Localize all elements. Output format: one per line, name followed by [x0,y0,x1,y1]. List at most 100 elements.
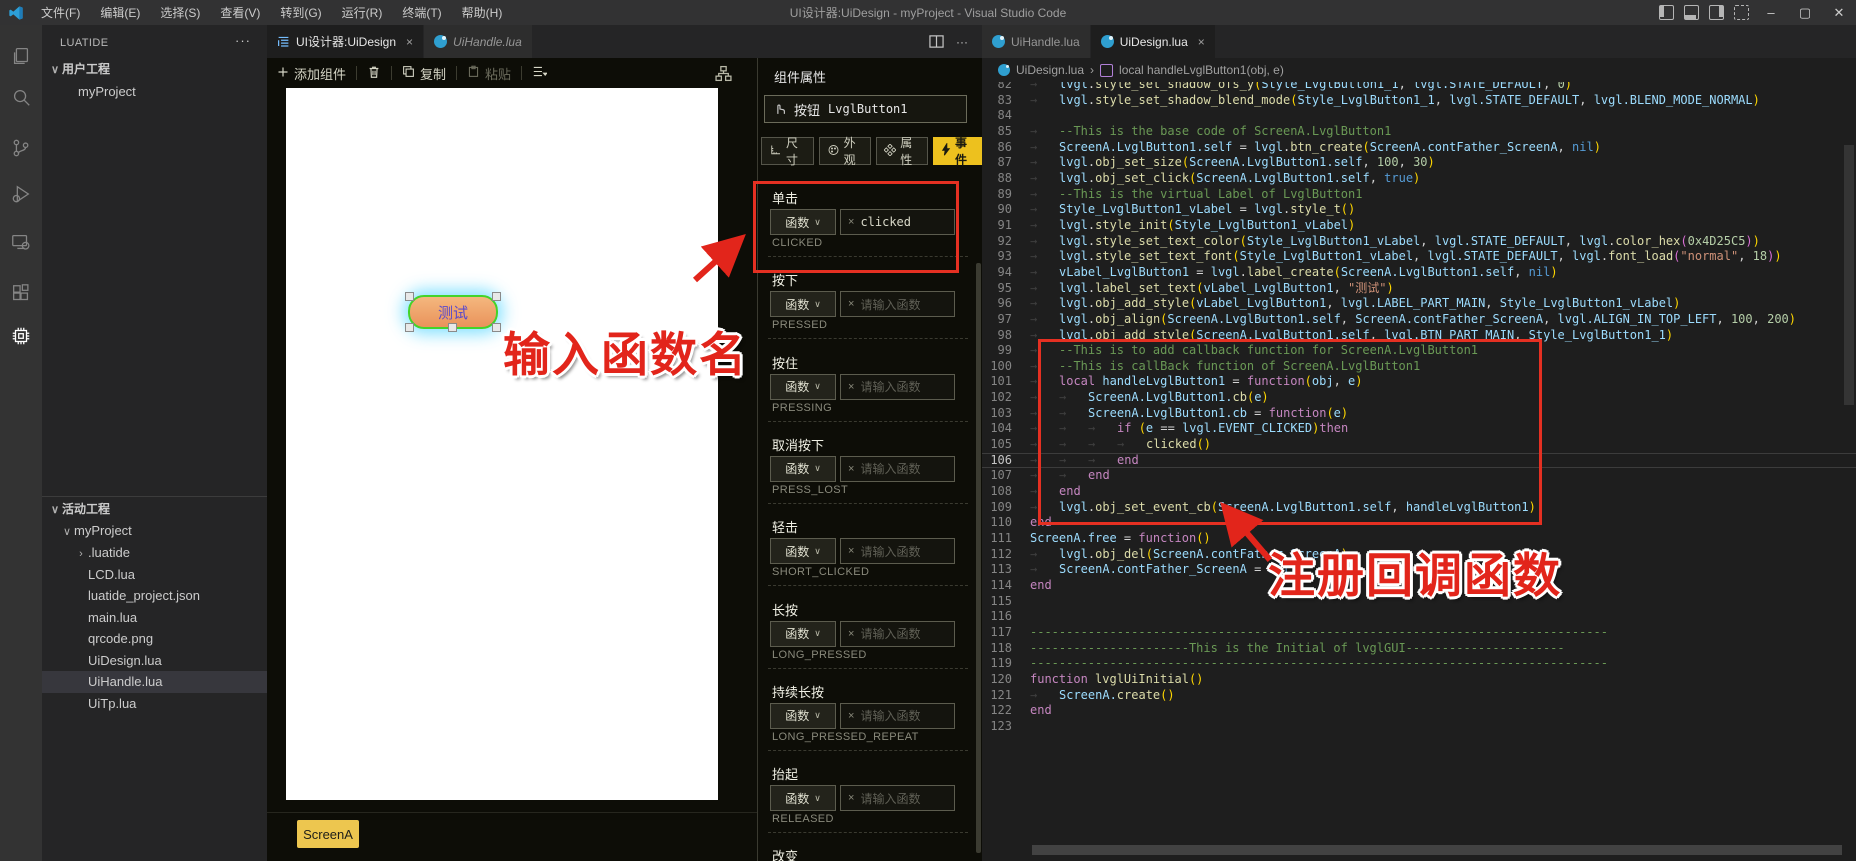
toolbar-add-component-button[interactable]: 添加组件 [267,64,356,83]
function-name-input[interactable]: × 请输入函数 [840,373,955,400]
code-token: create [1116,687,1161,702]
close-icon[interactable]: × [406,35,413,49]
sidebar-file-qrcodepng[interactable]: qrcode.png [42,628,267,650]
clear-icon[interactable]: × [848,545,854,557]
code-token: btn_create [1290,139,1363,154]
line-number: 83 [997,92,1012,107]
selection-handle[interactable] [492,323,501,332]
clear-icon[interactable]: × [848,792,854,804]
prop-tab-尺寸[interactable]: 尺寸 [761,136,814,167]
selected-component-box[interactable]: 按钮 LvglButton1 [764,95,967,123]
clear-icon[interactable]: × [848,381,854,393]
breadcrumb[interactable]: UiDesign.lua › local handleLvglButton1(o… [982,58,1856,82]
function-type-dropdown[interactable]: 函数 ∨ [770,291,836,318]
explorer-icon[interactable] [0,39,42,73]
sidebar-file-mainlua[interactable]: main.lua [42,607,267,629]
sidebar-file-UiHandlelua[interactable]: UiHandle.lua [42,671,267,693]
event-section-long_pressed_repeat: 持续长按 函数 ∨ × 请输入函数 LONG_PRESSED_REPEAT [758,682,982,764]
remote-device-icon[interactable] [0,225,42,259]
minimize-button[interactable]: – [1754,0,1788,25]
code-token: lvglUiInitial [1095,671,1189,686]
selection-handle[interactable] [405,323,414,332]
component-tree-icon[interactable] [715,65,732,82]
file-name: UiDesign.lua [88,652,162,668]
prop-tab-外观[interactable]: 外观 [818,136,872,167]
clear-icon[interactable]: × [848,628,854,640]
menu-item[interactable]: 运行(R) [333,2,392,23]
code-token: , [1543,82,1558,91]
selection-handle[interactable] [492,292,501,301]
tab-uidesign[interactable]: UiDesign.lua × [1090,25,1216,58]
sidebar-file-LCDlua[interactable]: LCD.lua [42,564,267,586]
panel-scrollbar[interactable] [976,263,981,853]
lvgl-button-widget[interactable]: 测试 [405,292,501,332]
toolbar-copy-button[interactable]: 复制 [392,64,456,83]
sidebar-item-user-myproject[interactable]: myProject [42,81,267,103]
function-type-dropdown[interactable]: 函数 ∨ [770,702,836,729]
function-name-input[interactable]: × 请输入函数 [840,291,955,318]
menu-item[interactable]: 编辑(E) [91,2,149,23]
menu-item[interactable]: 查看(V) [211,2,269,23]
customize-layout-icon[interactable] [1734,5,1749,20]
function-type-dropdown[interactable]: 函数 ∨ [770,785,836,812]
chip-icon[interactable] [0,319,42,353]
layout-sidebar-icon[interactable] [1659,5,1674,20]
split-editor-icon[interactable] [929,34,944,49]
sidebar-file-luatide[interactable]: › .luatide [42,542,267,564]
section-user-project[interactable]: ∨ 用户工程 [42,58,267,80]
more-actions-icon[interactable]: ··· [235,33,251,48]
run-debug-icon[interactable] [0,177,42,211]
function-name-input[interactable]: × 请输入函数 [840,620,955,647]
menu-item[interactable]: 选择(S) [151,2,209,23]
line-number: 99 [997,343,1012,358]
menu-item[interactable]: 转到(G) [271,2,330,23]
search-icon[interactable] [0,80,42,114]
horizontal-scrollbar[interactable] [1032,845,1842,855]
source-control-icon[interactable] [0,131,42,165]
toolbar-paste-button[interactable]: 粘贴 [457,64,521,83]
clear-icon[interactable]: × [848,710,854,722]
menu-item[interactable]: 文件(F) [32,2,89,23]
vertical-scrollbar[interactable] [1844,145,1854,405]
breadcrumb-symbol[interactable]: local handleLvglButton1(obj, e) [1119,63,1284,77]
function-name-input[interactable]: × 请输入函数 [840,455,955,482]
menu-item[interactable]: 帮助(H) [453,2,512,23]
tab-uihandle-preview[interactable]: UiHandle.lua [424,25,533,58]
function-name-input[interactable]: × 请输入函数 [840,702,955,729]
maximize-button[interactable]: ▢ [1788,0,1822,25]
clear-icon[interactable]: × [848,463,854,475]
function-name-input[interactable]: × 请输入函数 [840,785,955,812]
code-token: = [1246,562,1269,577]
screen-tab[interactable]: ScreenA [297,820,359,848]
toolbar-delete-button[interactable] [357,65,391,82]
more-actions-icon[interactable]: ··· [956,35,968,49]
close-icon[interactable]: × [1198,35,1205,49]
selection-handle[interactable] [448,323,457,332]
selection-handle[interactable] [405,292,414,301]
function-type-dropdown[interactable]: 函数 ∨ [770,373,836,400]
extensions-icon[interactable] [0,277,42,311]
prop-tab-事件[interactable]: 事件 [933,136,982,167]
function-type-dropdown[interactable]: 函数 ∨ [770,538,836,565]
design-canvas[interactable]: 测试 [286,88,718,800]
tab-ui-designer[interactable]: UI设计器:UiDesign × [267,25,425,58]
layout-panel-icon[interactable] [1684,5,1699,20]
function-type-dropdown[interactable]: 函数 ∨ [770,455,836,482]
sidebar-file-UiDesignlua[interactable]: UiDesign.lua [42,650,267,672]
layout-secondary-icon[interactable] [1709,5,1724,20]
code-line-92: 92 → lvgl.style_set_text_color(Style_LvglB… [982,234,1856,250]
sidebar-file-UiTplua[interactable]: UiTp.lua [42,693,267,715]
breadcrumb-file[interactable]: UiDesign.lua [1016,63,1084,77]
clear-icon[interactable]: × [848,298,854,310]
tab-uihandle[interactable]: UiHandle.lua [982,25,1091,58]
event-separator [768,749,968,751]
sidebar-file-luatide_projectjson[interactable]: luatide_project.json [42,585,267,607]
close-button[interactable]: ✕ [1822,0,1856,25]
toolbar-menu-button[interactable] [522,65,557,81]
function-name-input[interactable]: × 请输入函数 [840,538,955,565]
sidebar-item-active-myproject[interactable]: ∨ myProject [42,520,267,542]
section-active-project[interactable]: ∨ 活动工程 [42,498,267,520]
prop-tab-属性[interactable]: 属性 [876,136,929,167]
function-type-dropdown[interactable]: 函数 ∨ [770,620,836,647]
menu-item[interactable]: 终端(T) [393,2,450,23]
